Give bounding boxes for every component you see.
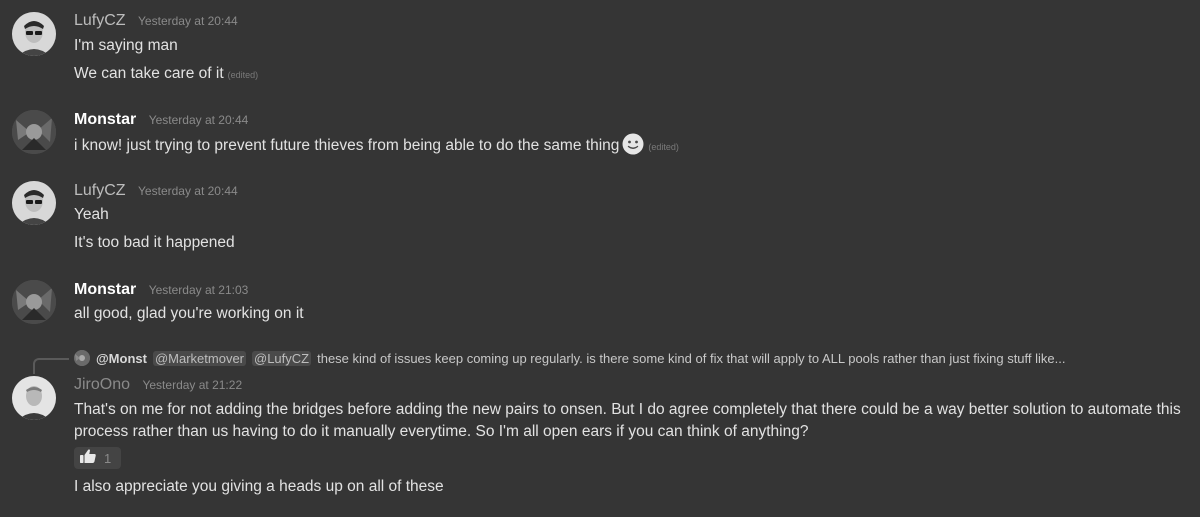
reaction-thumbs-up[interactable]: 1: [74, 447, 121, 469]
timestamp: Yesterday at 21:03: [148, 283, 249, 297]
avatar-jiroono[interactable]: [12, 376, 56, 420]
message-text: We can take care of it: [74, 65, 224, 82]
mention[interactable]: @LufyCZ: [252, 350, 312, 366]
message-text: I'm saying man: [74, 37, 178, 54]
username[interactable]: Monstar: [74, 281, 136, 298]
message-text-line: We can take care of it (edited): [74, 64, 258, 85]
message-text: Yeah: [74, 206, 109, 223]
message-text: i know! just trying to prevent future th…: [74, 137, 620, 155]
avatar-monstar[interactable]: [12, 280, 56, 324]
avatar-lufycz[interactable]: [12, 181, 56, 225]
reply-connector: [33, 358, 69, 374]
timestamp: Yesterday at 20:44: [138, 14, 238, 28]
message-header: JiroOno Yesterday at 21:22: [74, 376, 242, 394]
username[interactable]: Monstar: [74, 111, 136, 128]
message-text: I also appreciate you giving a heads up …: [74, 478, 444, 495]
reply-author[interactable]: @Monst: [96, 351, 147, 366]
edited-label: (edited): [227, 70, 259, 80]
reaction-count: 1: [104, 450, 112, 466]
slightly-smiling-face-icon: [622, 133, 644, 155]
timestamp: Yesterday at 20:44: [148, 113, 249, 127]
username[interactable]: LufyCZ: [74, 12, 126, 29]
timestamp: Yesterday at 20:44: [138, 184, 238, 198]
edited-label: (edited): [648, 142, 679, 153]
thumbs-up-icon: [79, 448, 97, 469]
username[interactable]: JiroOno: [74, 376, 130, 393]
timestamp: Yesterday at 21:22: [142, 378, 243, 392]
message-header: Monstar Yesterday at 20:44: [74, 111, 248, 129]
message-text-line: i know! just trying to prevent future th…: [74, 133, 679, 157]
message-header: LufyCZ Yesterday at 20:44: [74, 182, 238, 200]
message-text: It's too bad it happened: [74, 234, 235, 251]
message-header: Monstar Yesterday at 21:03: [74, 281, 248, 299]
username[interactable]: LufyCZ: [74, 182, 126, 199]
avatar-lufycz[interactable]: [12, 12, 56, 56]
reply-avatar: [74, 350, 90, 366]
message-header: LufyCZ Yesterday at 20:44: [74, 12, 238, 30]
message-text: That's on me for not adding the bridges …: [74, 401, 1181, 440]
message-text: all good, glad you're working on it: [74, 305, 304, 322]
avatar-monstar[interactable]: [12, 110, 56, 154]
mention[interactable]: @Marketmover: [152, 350, 246, 366]
reply-preview[interactable]: @Monst @Marketmover @LufyCZ these kind o…: [74, 350, 1065, 366]
reply-text: these kind of issues keep coming up regu…: [317, 350, 1066, 366]
